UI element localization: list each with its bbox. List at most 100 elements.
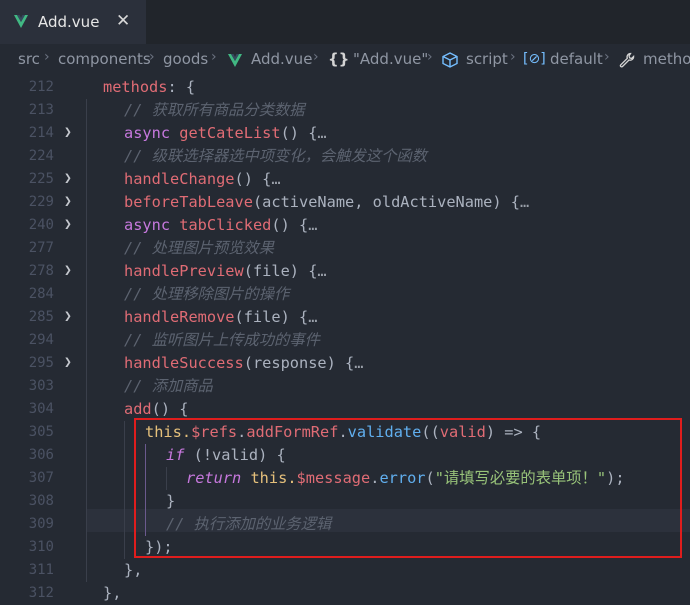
- chevron-right-icon[interactable]: ❯: [64, 172, 76, 186]
- breadcrumb-add-vue[interactable]: Add.vue: [251, 50, 312, 68]
- function-name: beforeTabLeave: [124, 193, 253, 211]
- folded-ellipsis[interactable]: …: [520, 193, 529, 211]
- function-name: handleSuccess: [124, 354, 244, 372]
- chevron-right-icon: ›: [149, 49, 155, 65]
- chevron-right-icon: ›: [510, 49, 516, 65]
- code-line: 285 ❯ handleRemove(file) {…: [0, 306, 690, 329]
- comment-text: // 监听图片上传成功的事件: [124, 331, 320, 349]
- chevron-right-icon: ›: [211, 49, 217, 65]
- folded-ellipsis[interactable]: …: [354, 354, 363, 372]
- line-number: 214: [28, 125, 54, 141]
- line-number: 295: [28, 355, 54, 371]
- line-number: 308: [28, 493, 54, 509]
- line-number: 304: [28, 401, 54, 417]
- code-line: 294 // 监听图片上传成功的事件: [0, 329, 690, 352]
- line-number: 307: [28, 470, 54, 486]
- line-number: 284: [28, 286, 54, 302]
- line-number: 229: [28, 194, 54, 210]
- function-name: getCateList: [179, 124, 281, 142]
- code-text: handleRemove(file) {…: [124, 306, 317, 329]
- code-line: 240 ❯ async tabClicked() {…: [0, 214, 690, 237]
- code-punct: () {: [280, 124, 318, 142]
- tab-add-vue[interactable]: Add.vue ✕: [0, 0, 146, 44]
- code-punct: (activeName, oldActiveName) {: [252, 193, 521, 211]
- code-punct: (response) {: [243, 354, 355, 372]
- code-line: 229 ❯ beforeTabLeave(activeName, oldActi…: [0, 191, 690, 214]
- cube-icon: [442, 52, 458, 68]
- chevron-right-icon[interactable]: ❯: [64, 310, 76, 324]
- code-comment: // 处理移除图片的操作: [124, 283, 289, 306]
- code-punct: (file) {: [234, 308, 309, 326]
- breadcrumb-src[interactable]: src: [18, 50, 40, 68]
- line-number: 278: [28, 263, 54, 279]
- vue-icon: [14, 15, 28, 28]
- function-name: tabClicked: [179, 216, 272, 234]
- breadcrumb-script[interactable]: script: [466, 50, 508, 68]
- folded-ellipsis[interactable]: …: [308, 216, 317, 234]
- chevron-right-icon[interactable]: ❯: [64, 264, 76, 278]
- indent-guide: [124, 421, 125, 559]
- code-line: 225 ❯ handleChange() {…: [0, 168, 690, 191]
- line-number: 303: [28, 378, 54, 394]
- folded-ellipsis[interactable]: …: [317, 262, 326, 280]
- code-line: 212 methods: {: [0, 76, 690, 99]
- code-punct: : {: [167, 78, 196, 96]
- line-number: 285: [28, 309, 54, 325]
- indent-guide: [86, 99, 87, 582]
- function-name: handleRemove: [124, 308, 235, 326]
- code-line: 278 ❯ handlePreview(file) {…: [0, 260, 690, 283]
- function-name: handleChange: [124, 170, 235, 188]
- close-icon[interactable]: ✕: [116, 11, 130, 31]
- folded-ellipsis[interactable]: …: [308, 308, 317, 326]
- line-number: 213: [28, 102, 54, 118]
- keyword-async: async: [124, 216, 180, 234]
- code-line: 224 // 级联选择器选中项变化，会触发这个函数: [0, 145, 690, 168]
- code-comment: // 获取所有商品分类数据: [124, 99, 305, 122]
- line-number: 311: [28, 562, 54, 578]
- tab-label: Add.vue: [38, 13, 100, 31]
- function-name: add: [124, 400, 152, 418]
- breadcrumb-components[interactable]: components: [58, 50, 151, 68]
- line-number: 277: [28, 240, 54, 256]
- line-number: 306: [28, 447, 54, 463]
- line-number: 240: [28, 217, 54, 233]
- breadcrumb-default[interactable]: default: [550, 50, 603, 68]
- chevron-right-icon: ›: [427, 49, 433, 65]
- keyword-async: async: [124, 124, 180, 142]
- line-number: 224: [28, 148, 54, 164]
- breadcrumb-methods[interactable]: metho: [643, 50, 690, 68]
- chevron-right-icon[interactable]: ❯: [64, 218, 76, 232]
- comment-text: // 处理移除图片的操作: [124, 285, 290, 303]
- code-comment: // 级联选择器选中项变化，会触发这个函数: [124, 145, 427, 168]
- breadcrumb-add-vue-string[interactable]: "Add.vue": [353, 50, 428, 68]
- code-line: 295 ❯ handleSuccess(response) {…: [0, 352, 690, 375]
- folded-ellipsis[interactable]: …: [317, 124, 326, 142]
- code-punct: (file) {: [243, 262, 318, 280]
- code-comment: // 监听图片上传成功的事件: [124, 329, 320, 352]
- line-number: 310: [28, 539, 54, 555]
- breadcrumb-goods[interactable]: goods: [163, 50, 208, 68]
- code-line: 312 },: [0, 582, 690, 605]
- line-number: 294: [28, 332, 54, 348]
- code-text: async tabClicked() {…: [124, 214, 317, 237]
- code-line: 303 // 添加商品: [0, 375, 690, 398]
- comment-text: // 添加商品: [124, 377, 213, 395]
- tab-bar: Add.vue ✕: [0, 0, 690, 44]
- code-punct: () {: [151, 400, 189, 418]
- code-line: 284 // 处理移除图片的操作: [0, 283, 690, 306]
- code-text: handleSuccess(response) {…: [124, 352, 363, 375]
- folded-ellipsis[interactable]: …: [271, 170, 280, 188]
- methods-key: methods: [103, 78, 168, 96]
- chevron-right-icon: ›: [604, 49, 610, 65]
- vue-icon: [228, 54, 242, 67]
- chevron-right-icon: ›: [313, 49, 319, 65]
- chevron-right-icon[interactable]: ❯: [64, 356, 76, 370]
- chevron-right-icon[interactable]: ❯: [64, 195, 76, 209]
- code-text: },: [124, 559, 142, 582]
- chevron-right-icon[interactable]: ❯: [64, 126, 76, 140]
- function-name: handlePreview: [124, 262, 244, 280]
- braces-icon: {}: [328, 50, 350, 68]
- comment-text: // 级联选择器选中项变化，会触发这个函数: [124, 147, 427, 165]
- chevron-right-icon: ›: [44, 49, 50, 65]
- code-line: 214 ❯ async getCateList() {…: [0, 122, 690, 145]
